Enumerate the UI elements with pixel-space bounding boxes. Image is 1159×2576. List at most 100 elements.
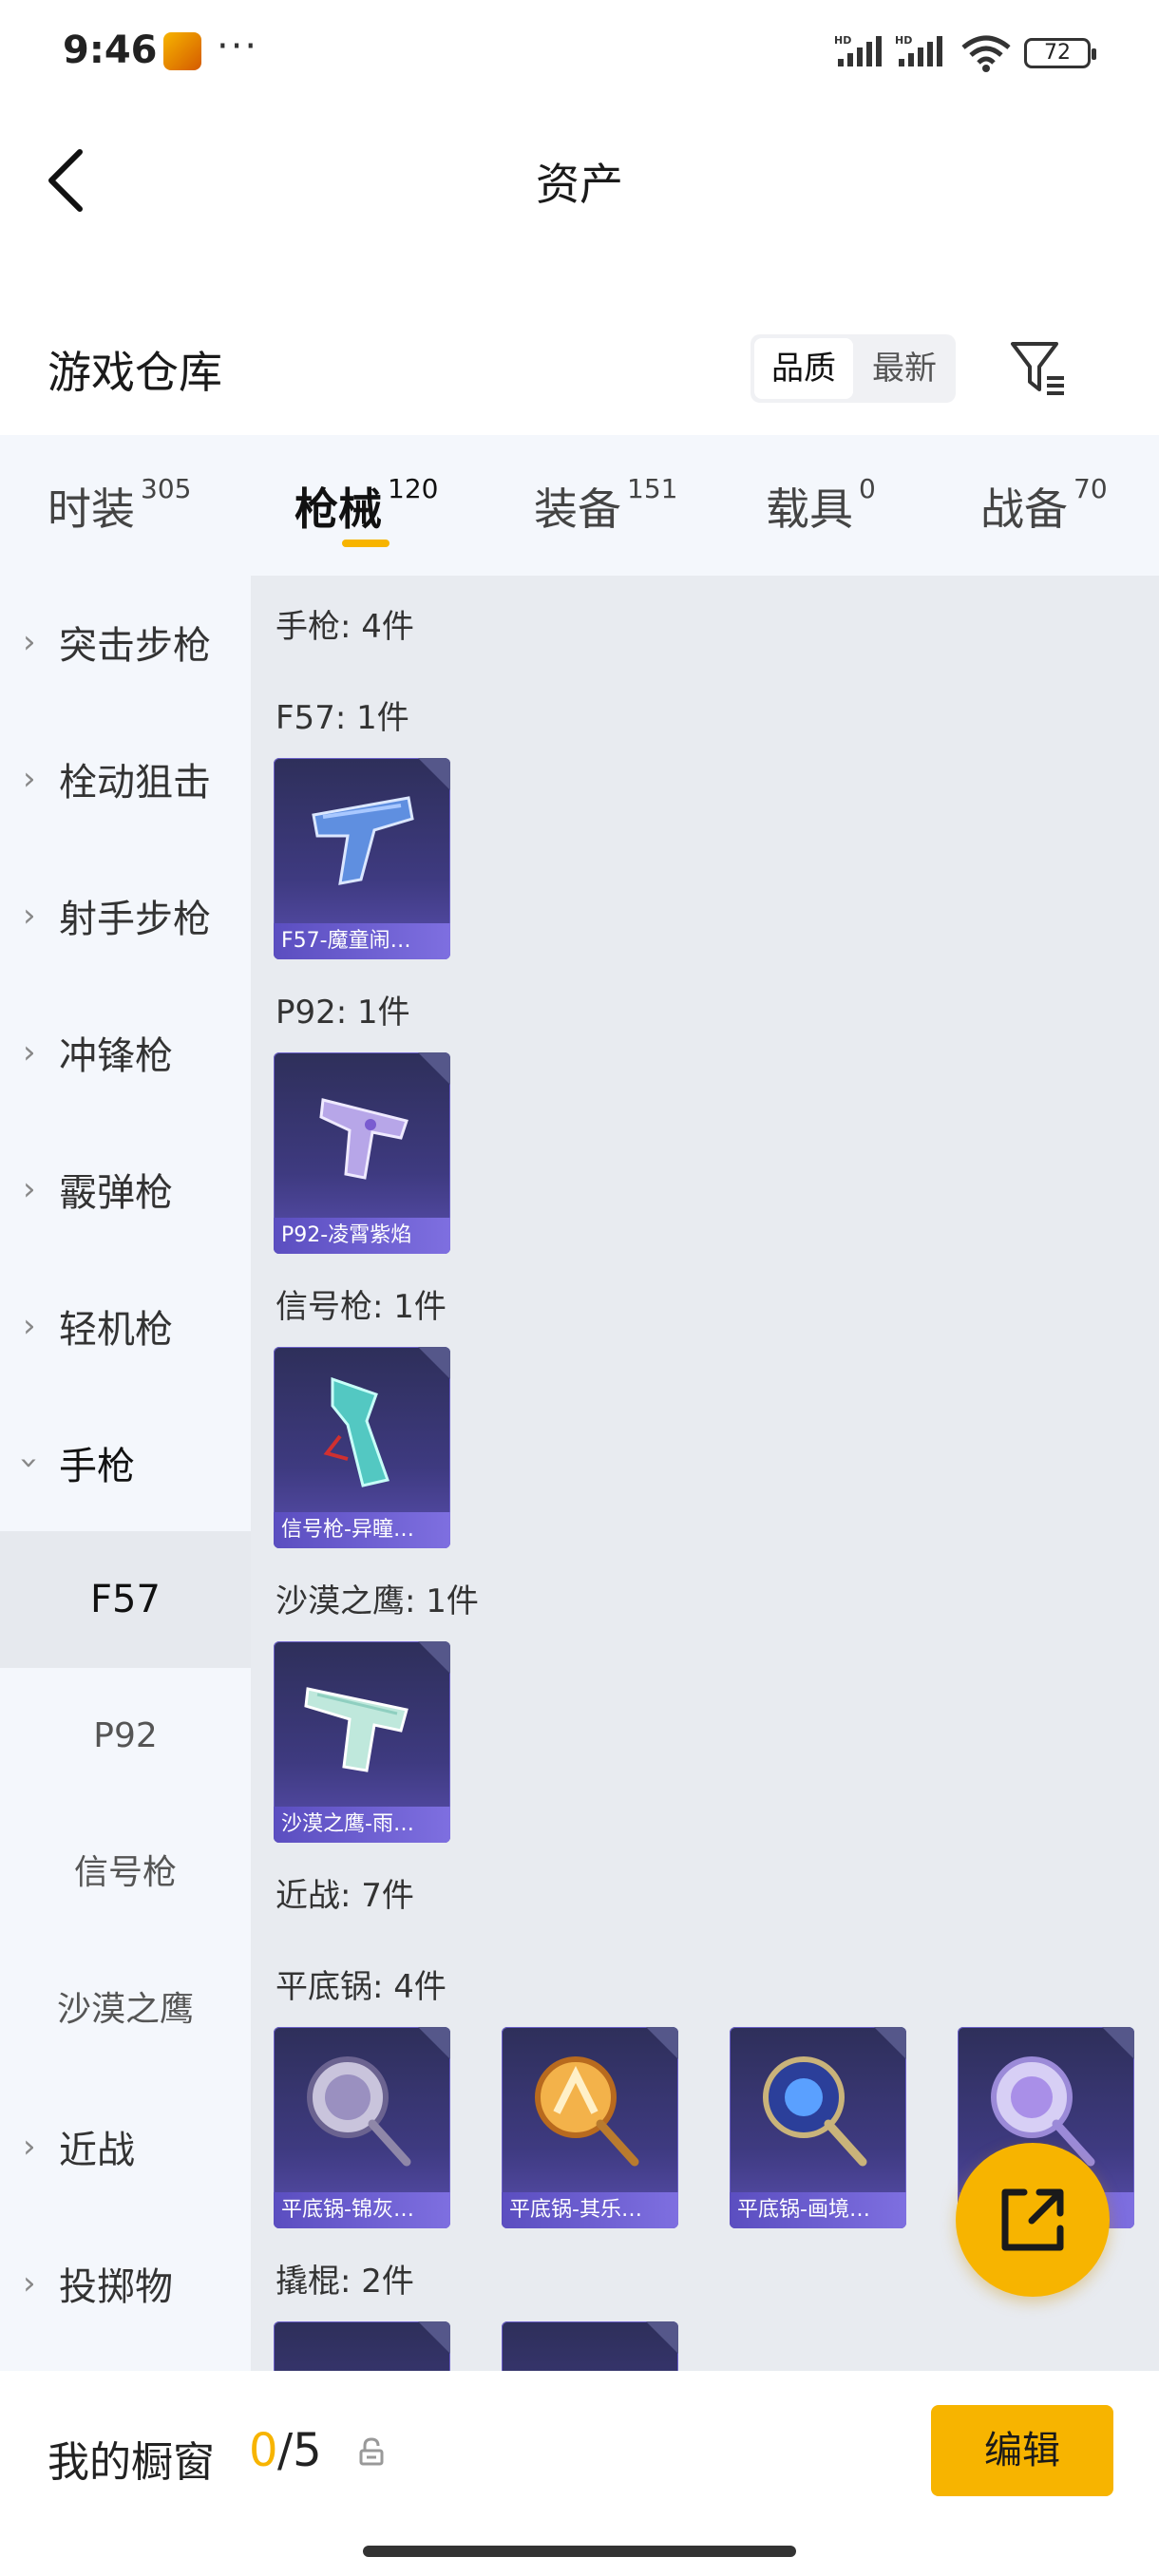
sidebar-sub-p92[interactable]: P92 <box>0 1668 251 1805</box>
lock-icon <box>359 2437 384 2466</box>
chevron-right-icon: › <box>23 2128 36 2166</box>
cellular-signal-icon-2: HD <box>895 34 948 68</box>
wifi-icon <box>960 34 1013 72</box>
item-card-crowbar-1[interactable] <box>274 2321 450 2371</box>
tab-label: 装备 <box>534 483 621 535</box>
sidebar-sub-desert-eagle[interactable]: 沙漠之鹰 <box>0 1941 251 2078</box>
sidebar-item-smg[interactable]: › 冲锋枪 <box>0 984 251 1121</box>
item-card-flare-gun[interactable]: 信号枪-异瞳… <box>274 1347 450 1548</box>
sidebar-item-label: 投掷物 <box>59 2265 173 2309</box>
tab-label: 时装 <box>48 483 135 535</box>
showcase-count-current: 0 <box>249 2424 278 2477</box>
item-card-pan-2[interactable]: 平底锅-其乐… <box>502 2027 678 2228</box>
group-label-f57: F57: 1件 <box>276 699 409 737</box>
tab-fashion[interactable]: 时装 305 <box>48 473 192 538</box>
frying-pan-icon <box>535 2056 639 2167</box>
sidebar-item-bolt-sniper[interactable]: › 栓动狙击 <box>0 710 251 847</box>
item-card-p92[interactable]: P92-凌霄紫焰 <box>274 1052 450 1254</box>
sidebar-item-lmg[interactable]: › 轻机枪 <box>0 1258 251 1394</box>
sidebar-item-throwables[interactable]: › 投掷物 <box>0 2215 251 2352</box>
edit-button[interactable]: 编辑 <box>931 2405 1113 2496</box>
sidebar-item-label: 栓动狙击 <box>59 761 211 805</box>
tab-label: 载具 <box>766 483 853 535</box>
chevron-right-icon: › <box>23 760 36 798</box>
sidebar-item-label: 突击步枪 <box>59 624 211 668</box>
item-list: 手枪: 4件 F57: 1件 F57-魔童闹… P92: 1件 P92-凌霄紫焰… <box>251 576 1159 2371</box>
tab-count: 0 <box>859 473 876 504</box>
tab-count: 120 <box>388 473 439 504</box>
pistol-icon <box>304 1687 408 1772</box>
chevron-down-icon: › <box>10 1456 48 1469</box>
cellular-signal-icon-1: HD <box>834 34 887 68</box>
filter-button[interactable] <box>1009 338 1068 397</box>
sidebar-item-label: 近战 <box>59 2129 135 2172</box>
active-tab-indicator <box>342 540 390 547</box>
sidebar-item-pistol[interactable]: › 手枪 <box>0 1394 251 1531</box>
sidebar-sub-f57[interactable]: F57 <box>0 1531 251 1668</box>
frying-pan-icon <box>763 2056 867 2167</box>
sort-quality-option[interactable]: 品质 <box>754 338 853 399</box>
chevron-right-icon: › <box>23 897 36 935</box>
chevron-right-icon: › <box>23 1170 36 1208</box>
more-notifications-icon: ··· <box>217 25 259 68</box>
item-card-crowbar-2[interactable] <box>502 2321 678 2371</box>
item-name: F57-魔童闹… <box>281 929 411 953</box>
battery-icon: 72 <box>1024 38 1096 68</box>
pistol-icon <box>312 796 414 885</box>
network-label-1: HD <box>834 34 851 47</box>
item-name: 平底锅-锦灰… <box>281 2198 414 2222</box>
app-notification-icon <box>163 32 201 70</box>
section-header-melee: 近战: 7件 <box>276 1877 414 1915</box>
item-card-pan-3[interactable]: 平底锅-画境… <box>730 2027 906 2228</box>
sidebar-item-melee[interactable]: › 近战 <box>0 2078 251 2215</box>
showcase-label: 我的橱窗 <box>48 2438 215 2487</box>
frying-pan-icon <box>307 2056 411 2167</box>
sidebar-item-label: 手枪 <box>59 1445 135 1488</box>
tab-count: 70 <box>1074 473 1108 504</box>
chevron-right-icon: › <box>23 1307 36 1345</box>
section-header-pistol: 手枪: 4件 <box>276 608 414 646</box>
tab-vehicles[interactable]: 载具 0 <box>766 473 876 538</box>
sidebar-item-label: 轻机枪 <box>59 1308 173 1352</box>
tab-label: 枪械 <box>294 483 382 535</box>
external-link-icon <box>1001 2188 1064 2251</box>
item-name: 平底锅-其乐… <box>509 2198 642 2222</box>
sidebar-item-assault-rifle[interactable]: › 突击步枪 <box>0 574 251 710</box>
tab-count: 305 <box>141 473 192 504</box>
sort-toggle: 品质 最新 <box>750 334 956 403</box>
chevron-right-icon: › <box>23 1033 36 1071</box>
tab-label: 战备 <box>980 483 1068 535</box>
item-card-pan-1[interactable]: 平底锅-锦灰… <box>274 2027 450 2228</box>
item-name: 平底锅-画境… <box>737 2198 870 2222</box>
group-label-p92: P92: 1件 <box>276 994 410 1032</box>
group-label-crowbar: 撬棍: 2件 <box>276 2263 414 2301</box>
group-label-flare-gun: 信号枪: 1件 <box>276 1288 446 1326</box>
filter-icon <box>1011 342 1064 395</box>
tab-battle-prep[interactable]: 战备 70 <box>980 473 1108 538</box>
sidebar-item-label: 霰弹枪 <box>59 1171 173 1215</box>
tab-equipment[interactable]: 装备 151 <box>534 473 678 538</box>
item-card-f57[interactable]: F57-魔童闹… <box>274 758 450 959</box>
flare-gun-icon <box>323 1376 390 1487</box>
status-time: 9:46 <box>63 28 158 72</box>
tab-firearms[interactable]: 枪械 120 <box>294 473 439 538</box>
chevron-right-icon: › <box>23 2264 36 2302</box>
item-card-desert-eagle[interactable]: 沙漠之鹰-雨… <box>274 1641 450 1843</box>
tab-count: 151 <box>627 473 678 504</box>
sidebar-item-shotgun[interactable]: › 霰弹枪 <box>0 1121 251 1258</box>
showcase-count-total: /5 <box>277 2424 322 2477</box>
home-indicator[interactable] <box>363 2546 796 2557</box>
sidebar-item-label: 冲锋枪 <box>59 1034 173 1078</box>
item-name: 沙漠之鹰-雨… <box>281 1812 414 1836</box>
sidebar-item-marksman-rifle[interactable]: › 射手步枪 <box>0 847 251 984</box>
sidebar-sub-flare-gun[interactable]: 信号枪 <box>0 1805 251 1941</box>
warehouse-title: 游戏仓库 <box>48 347 222 398</box>
group-label-desert-eagle: 沙漠之鹰: 1件 <box>276 1582 479 1620</box>
pistol-icon <box>319 1098 408 1180</box>
item-name: P92-凌霄紫焰 <box>281 1223 412 1247</box>
sort-newest-option[interactable]: 最新 <box>855 334 954 403</box>
group-label-pan: 平底锅: 4件 <box>276 1968 446 2006</box>
share-fab-button[interactable] <box>956 2143 1110 2297</box>
page-title: 资产 <box>536 159 623 210</box>
item-name: 信号枪-异瞳… <box>281 1518 414 1542</box>
